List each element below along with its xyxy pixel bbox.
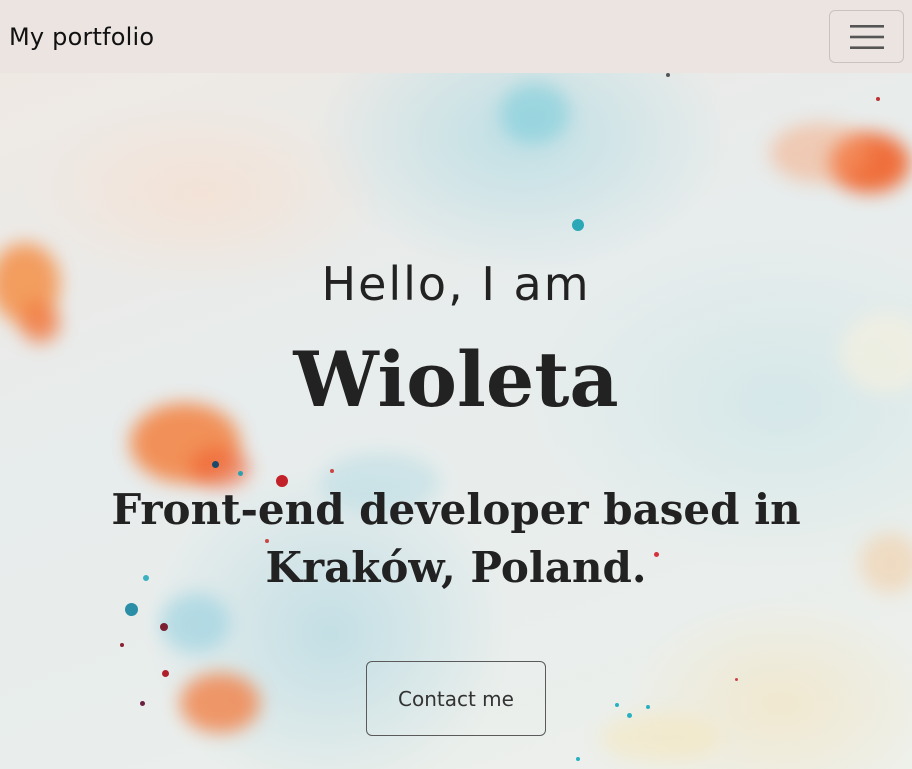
navbar: My portfolio: [0, 0, 912, 73]
hero-greeting: Hello, I am: [321, 257, 591, 311]
brand-link[interactable]: My portfolio: [9, 23, 154, 51]
hero-name: Wioleta: [293, 335, 619, 424]
navbar-toggler-button[interactable]: [829, 10, 904, 63]
hamburger-menu-icon: [849, 24, 884, 49]
hero-tagline: Front-end developer based in Kraków, Pol…: [111, 485, 801, 592]
hero-section: Hello, I am Wioleta Front-end developer …: [0, 73, 912, 769]
contact-me-button[interactable]: Contact me: [366, 661, 546, 736]
